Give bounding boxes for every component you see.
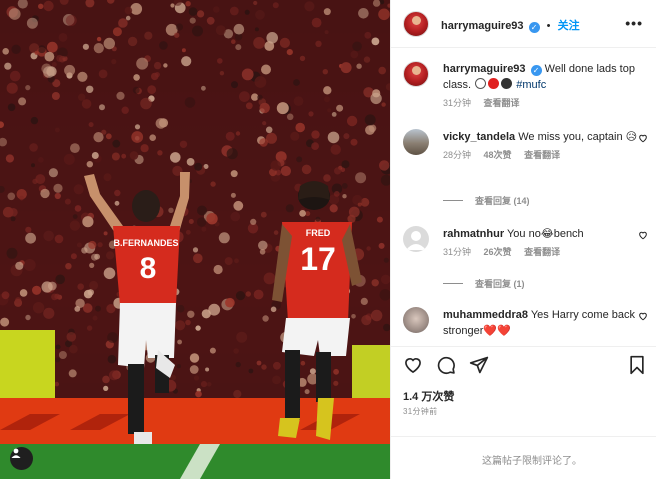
caption-hashtag[interactable]: #mufc: [516, 79, 546, 91]
caption-translate-link[interactable]: 查看翻译: [484, 98, 520, 108]
caption: harrymaguire93 ✓ Well done lads top clas…: [403, 61, 648, 111]
comment-time: 28分钟: [443, 150, 472, 160]
header-user: harrymaguire93 ✓ • 关注: [441, 20, 580, 33]
post-sidebar: harrymaguire93 ✓ • 关注 ••• harrymaguire93…: [390, 0, 656, 479]
heart-icon[interactable]: [403, 355, 423, 375]
steward-left: [0, 330, 55, 400]
player-right-name: FRED: [306, 228, 331, 238]
comment-item: rahmatnhur You no😂bench 31分钟 26次赞 查看翻译: [403, 226, 648, 266]
black-circle-emoji: [501, 78, 513, 89]
default-avatar-icon[interactable]: [403, 226, 429, 252]
comment-heart-icon[interactable]: [638, 311, 648, 321]
comment-username[interactable]: vicky_tandela: [443, 131, 515, 143]
comment-translate-link[interactable]: 查看翻译: [524, 247, 560, 257]
laughing-emoji: 😂: [540, 228, 554, 240]
more-icon[interactable]: •••: [625, 15, 643, 31]
comment-item: muhammeddra8 Yes Harry come back stronge…: [403, 307, 648, 343]
player-left-name: B.FERNANDES: [113, 238, 178, 248]
user-tag-icon[interactable]: [10, 447, 33, 470]
author-avatar[interactable]: [403, 11, 429, 37]
likes-count[interactable]: 1.4 万次赞: [403, 388, 454, 404]
comment-time: 31分钟: [443, 247, 472, 257]
caption-time: 31分钟: [443, 98, 472, 108]
caption-username[interactable]: harrymaguire93: [443, 63, 526, 75]
comment-item: vicky_tandela We miss you, captain 😥 28分…: [403, 129, 648, 177]
post-photo[interactable]: B.FERNANDES 8 FRED 17: [0, 0, 390, 479]
comment-username[interactable]: muhammeddra8: [443, 309, 528, 321]
post-header: harrymaguire93 ✓ • 关注 •••: [391, 0, 656, 48]
comment-heart-icon[interactable]: [638, 230, 648, 240]
steward-right: [352, 345, 390, 400]
bookmark-icon[interactable]: [628, 355, 646, 375]
stadium-scene: B.FERNANDES 8 FRED 17: [0, 0, 390, 479]
verified-icon: ✓: [530, 65, 542, 76]
comments-list[interactable]: harrymaguire93 ✓ Well done lads top clas…: [391, 49, 656, 345]
view-replies-link[interactable]: 查看回复 (14): [443, 194, 530, 207]
commenter-avatar[interactable]: [403, 129, 429, 155]
player-right-number: 17: [300, 241, 336, 277]
comment-likes[interactable]: 26次赞: [484, 247, 512, 257]
comments-disabled-notice: 这篇帖子限制评论了。: [391, 436, 656, 479]
comment-username[interactable]: rahmatnhur: [443, 228, 504, 240]
verified-icon: ✓: [528, 22, 540, 33]
red-circle-emoji: [488, 78, 500, 89]
comment-icon[interactable]: [436, 355, 456, 375]
player-left-number: 8: [140, 252, 157, 285]
comment-text: We miss you, captain: [518, 131, 623, 143]
red-heart-emoji: ❤️❤️: [483, 325, 511, 337]
commenter-avatar[interactable]: [403, 307, 429, 333]
header-username[interactable]: harrymaguire93: [441, 20, 524, 32]
comment-translate-link[interactable]: 查看翻译: [524, 150, 560, 160]
action-bar: 1.4 万次赞 31分钟前: [391, 346, 656, 436]
white-circle-emoji: [475, 78, 487, 89]
follow-button[interactable]: 关注: [558, 20, 580, 32]
comment-text: You no😂bench: [506, 228, 584, 240]
sad-face-emoji: 😥: [625, 131, 638, 143]
comment-likes[interactable]: 48次赞: [484, 150, 512, 160]
post-time: 31分钟前: [403, 407, 438, 416]
view-replies-link[interactable]: 查看回复 (1): [443, 277, 525, 290]
caption-avatar[interactable]: [403, 61, 429, 87]
share-icon[interactable]: [469, 355, 489, 375]
comment-heart-icon[interactable]: [638, 133, 648, 143]
